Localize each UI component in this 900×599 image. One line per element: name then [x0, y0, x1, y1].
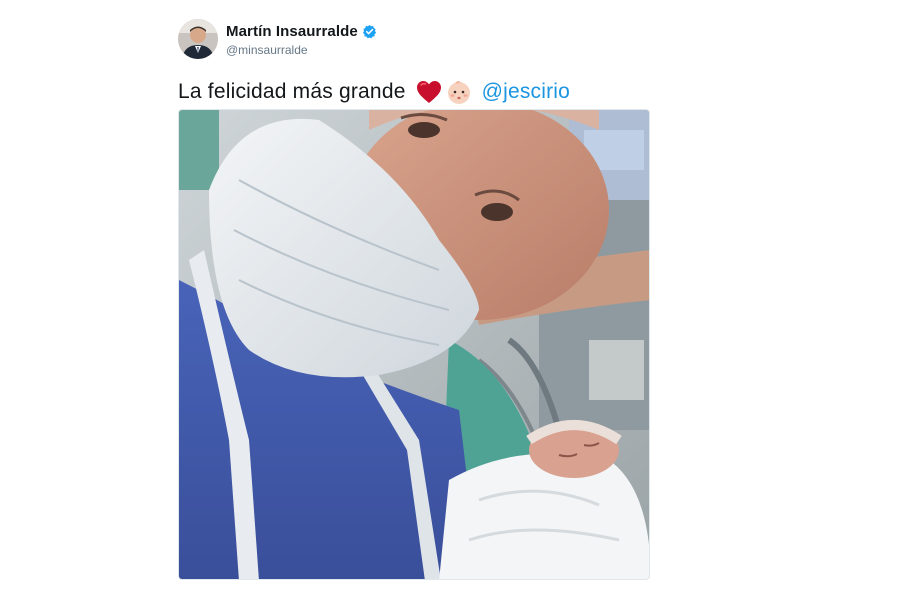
tweet-header: Martín Insaurralde @minsaurralde: [178, 18, 650, 60]
heart-icon: [416, 80, 442, 104]
baby-icon: [446, 79, 472, 105]
selfie-photo-icon: [179, 110, 649, 579]
tweet-photo[interactable]: [178, 109, 650, 580]
avatar[interactable]: [178, 19, 218, 59]
tweet-text: La felicidad más grande @jescirio: [178, 77, 650, 107]
tweet-card: Martín Insaurralde @minsaurralde La feli…: [178, 18, 650, 580]
author-display-name[interactable]: Martín Insaurralde: [226, 23, 358, 40]
avatar-photo-icon: [178, 19, 218, 59]
verified-badge-icon: [362, 24, 377, 39]
author-names: Martín Insaurralde @minsaurralde: [226, 22, 377, 57]
mention-link[interactable]: @jescirio: [482, 80, 570, 104]
author-handle[interactable]: @minsaurralde: [226, 43, 377, 57]
name-row: Martín Insaurralde: [226, 22, 377, 42]
tweet-body-text: La felicidad más grande: [178, 80, 406, 103]
